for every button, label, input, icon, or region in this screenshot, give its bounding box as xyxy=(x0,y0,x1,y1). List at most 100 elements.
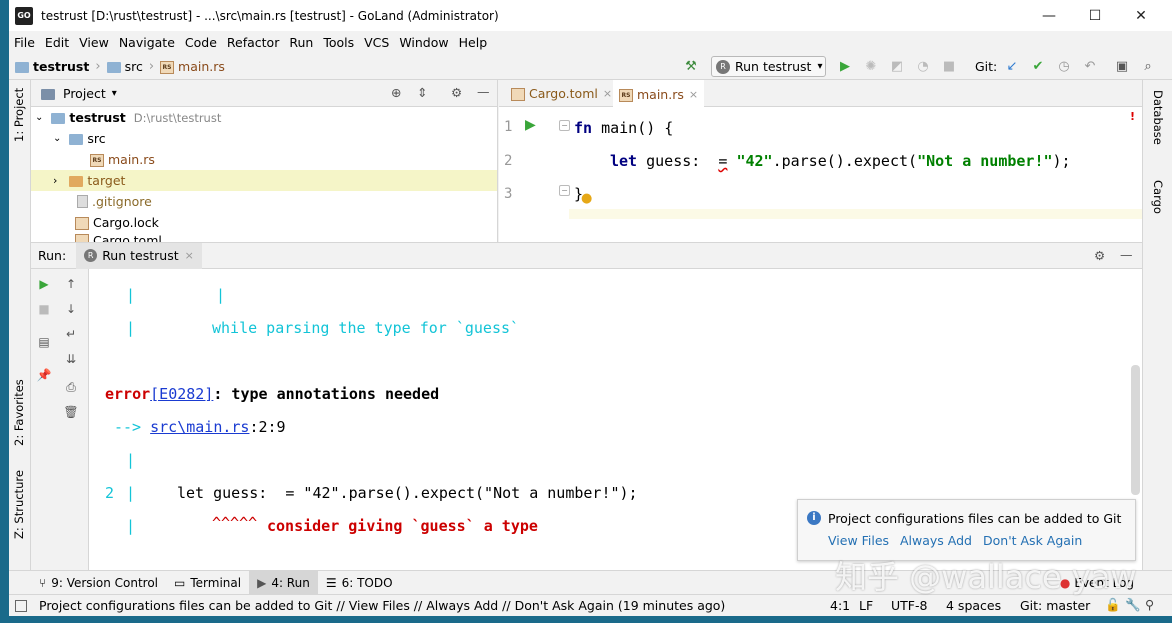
coverage-icon[interactable]: ◩ xyxy=(889,58,905,74)
run-gutter-icon[interactable]: ▶ xyxy=(525,117,536,133)
menu-edit[interactable]: Edit xyxy=(44,35,70,50)
gear-icon[interactable]: ⚙ xyxy=(451,85,462,100)
tab-run[interactable]: ▶ 4: Run xyxy=(249,570,318,595)
tab-todo[interactable]: ☰ 6: TODO xyxy=(318,571,401,595)
menu-refactor[interactable]: Refactor xyxy=(226,35,280,50)
console-line: let guess: = "42".parse().expect("Not a … xyxy=(177,484,638,502)
editor-gutter: 1 2 3 ▶ − − ● xyxy=(499,107,592,242)
breadcrumb-project[interactable]: testrust xyxy=(15,59,89,74)
chevron-down-icon[interactable]: ⌄ xyxy=(35,112,43,123)
inspector-icon[interactable]: ⚲ xyxy=(1145,597,1154,612)
pin-icon[interactable]: 📌 xyxy=(36,367,52,383)
project-view-select[interactable]: Project xyxy=(63,86,106,101)
menu-help[interactable]: Help xyxy=(458,35,489,50)
close-icon[interactable]: × xyxy=(689,88,698,101)
error-indicator-icon[interactable]: ! xyxy=(1130,110,1135,123)
down-arrow-icon[interactable]: ↓ xyxy=(63,301,79,317)
tree-row[interactable]: › target xyxy=(31,170,497,191)
menu-tools[interactable]: Tools xyxy=(322,35,355,50)
git-history-icon[interactable]: ◷ xyxy=(1056,58,1072,74)
file-encoding[interactable]: UTF-8 xyxy=(891,598,927,613)
error-code-link[interactable]: [E0282] xyxy=(150,385,213,403)
menu-run[interactable]: Run xyxy=(288,35,314,50)
view-files-link[interactable]: View Files xyxy=(828,533,889,548)
close-button[interactable]: ✕ xyxy=(1118,0,1164,31)
profile-icon[interactable]: ◔ xyxy=(915,58,931,74)
tree-row[interactable]: Cargo.lock xyxy=(31,212,497,233)
toggle-tool-windows-icon[interactable] xyxy=(15,599,27,612)
git-commit-icon[interactable]: ✔ xyxy=(1030,58,1046,74)
chevron-right-icon[interactable]: › xyxy=(53,174,57,187)
tool-window-project[interactable]: 1: Project xyxy=(12,88,26,142)
tab-version-control[interactable]: ⑂ 9: Version Control xyxy=(31,571,166,595)
tree-row[interactable]: ⌄ testrust D:\rust\testrust xyxy=(31,107,497,128)
tool-window-database[interactable]: Database xyxy=(1151,90,1165,145)
maximize-button[interactable]: ☐ xyxy=(1072,0,1118,31)
folder-icon xyxy=(69,176,84,187)
right-tool-bar: Database Cargo xyxy=(1142,80,1172,570)
hide-icon[interactable]: — xyxy=(1120,247,1133,262)
breadcrumb-folder[interactable]: src xyxy=(106,59,143,74)
always-add-link[interactable]: Always Add xyxy=(900,533,972,548)
file-location-link[interactable]: src\main.rs xyxy=(150,418,249,436)
menu-code[interactable]: Code xyxy=(184,35,218,50)
caret-position[interactable]: 4:1 xyxy=(830,598,850,613)
breadcrumb-file[interactable]: RS main.rs xyxy=(160,59,225,74)
collapse-icon[interactable]: ⇕ xyxy=(417,85,427,100)
tab-terminal[interactable]: ▭ Terminal xyxy=(166,571,249,595)
git-update-icon[interactable]: ↙ xyxy=(1004,58,1020,74)
debug-icon[interactable]: ✺ xyxy=(863,58,879,74)
build-hammer-icon[interactable]: ⚒ xyxy=(683,58,699,74)
soft-wrap-icon[interactable]: ↵ xyxy=(63,326,79,342)
wrench-icon[interactable]: 🔧 xyxy=(1125,597,1141,613)
git-rollback-icon[interactable]: ↶ xyxy=(1082,58,1098,74)
tree-row[interactable]: RS main.rs xyxy=(31,149,497,170)
rerun-icon[interactable]: ▶ xyxy=(36,276,52,292)
rust-file-icon: RS xyxy=(90,154,104,167)
chevron-down-icon[interactable]: ⌄ xyxy=(53,133,61,144)
close-icon[interactable]: × xyxy=(185,249,194,262)
line-separator[interactable]: LF xyxy=(859,598,873,613)
up-arrow-icon[interactable]: ↑ xyxy=(63,276,79,292)
dont-ask-again-link[interactable]: Don't Ask Again xyxy=(983,533,1082,548)
locate-icon[interactable]: ⊕ xyxy=(391,85,401,100)
layout-icon[interactable]: ▤ xyxy=(36,334,52,350)
tab-main-rs[interactable]: RS main.rs × xyxy=(613,80,705,108)
minimize-button[interactable]: — xyxy=(1026,0,1072,31)
layout-icon[interactable]: ▣ xyxy=(1114,58,1130,74)
tab-cargo-toml[interactable]: Cargo.toml × xyxy=(505,80,618,107)
fold-icon[interactable]: − xyxy=(559,185,570,196)
search-icon[interactable]: ⌕ xyxy=(1140,58,1156,74)
run-configuration-select[interactable]: R Run testrust ▾ xyxy=(711,56,826,77)
close-icon[interactable]: × xyxy=(603,87,612,100)
menu-view[interactable]: View xyxy=(78,35,110,50)
fold-icon[interactable]: − xyxy=(559,120,570,131)
lock-icon[interactable]: 🔓 xyxy=(1105,597,1121,613)
indent-setting[interactable]: 4 spaces xyxy=(946,598,1001,613)
tool-window-cargo[interactable]: Cargo xyxy=(1151,180,1165,214)
tree-row[interactable]: Cargo.toml xyxy=(31,233,497,242)
git-branch[interactable]: Git: master xyxy=(1020,598,1090,613)
menu-file[interactable]: File xyxy=(13,35,36,50)
tab-run-testrust[interactable]: R Run testrust × xyxy=(76,242,202,269)
hide-icon[interactable]: — xyxy=(477,84,490,99)
tool-window-structure[interactable]: Z: Structure xyxy=(12,470,26,539)
console-line: | xyxy=(126,517,136,535)
scroll-to-end-icon[interactable]: ⇊ xyxy=(63,351,79,367)
run-icon[interactable]: ▶ xyxy=(837,58,853,74)
gear-icon[interactable]: ⚙ xyxy=(1094,248,1105,263)
tree-row[interactable]: .gitignore xyxy=(31,191,497,212)
menu-vcs[interactable]: VCS xyxy=(363,35,390,50)
chevron-down-icon[interactable]: ▾ xyxy=(112,88,117,99)
menu-navigate[interactable]: Navigate xyxy=(118,35,176,50)
trash-icon[interactable]: 🗑 xyxy=(63,404,79,420)
stop-icon[interactable]: ■ xyxy=(941,58,957,74)
print-icon[interactable]: ⎙ xyxy=(63,379,79,395)
tree-row[interactable]: ⌄ src xyxy=(31,128,497,149)
rust-file-icon: RS xyxy=(619,88,633,102)
console-scrollbar[interactable] xyxy=(1131,365,1140,495)
menu-window[interactable]: Window xyxy=(398,35,449,50)
stop-icon[interactable]: ■ xyxy=(36,301,52,317)
tool-window-favorites[interactable]: 2: Favorites xyxy=(12,379,26,446)
status-message[interactable]: Project configurations files can be adde… xyxy=(39,598,725,613)
